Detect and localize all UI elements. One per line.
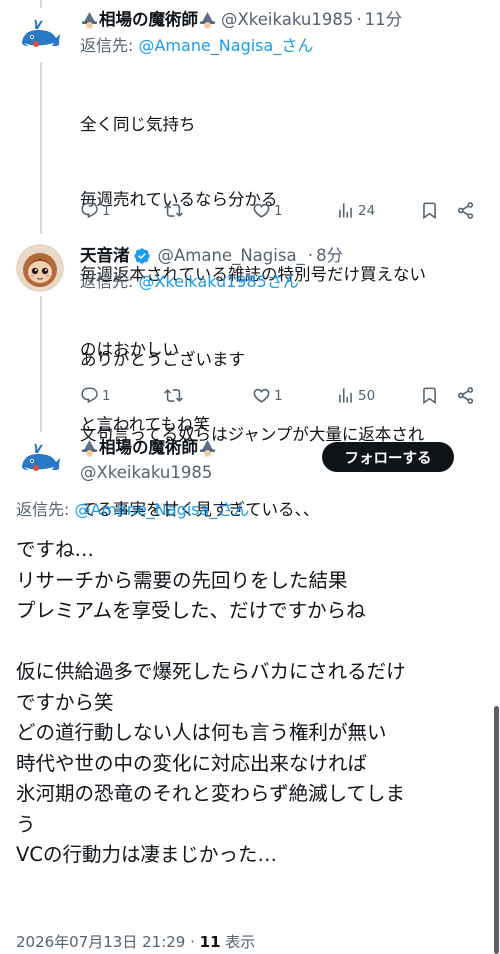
reply-button[interactable]: 1 (80, 386, 111, 405)
tweet-line: 時代や世の中の変化に対応出来なければ (16, 751, 368, 775)
scrollbar[interactable] (494, 706, 499, 954)
tweet-line (16, 627, 488, 658)
reply-button[interactable]: 1 (80, 201, 111, 220)
main-tweet-handle-row: @Xkeikaku1985 (80, 462, 212, 484)
avatar[interactable] (16, 436, 64, 484)
conversation-view: 相場の魔術師 @Xkeikaku1985 · 11分 返信先: @Amane_N… (0, 0, 500, 954)
share-icon (457, 387, 474, 404)
views-label: 表示 (220, 933, 256, 951)
tweet-line: ありがとうございます (80, 350, 245, 369)
views-count: 50 (358, 387, 376, 404)
retweet-button[interactable] (164, 386, 186, 405)
thread-line-2 (40, 296, 42, 432)
tweet-line: リサーチから需要の先回りをした結果 (16, 568, 348, 592)
avatar[interactable] (16, 244, 64, 292)
views-count: 11 (199, 933, 221, 951)
reply-to-prefix: 返信先: (16, 500, 75, 519)
tweet-line: ですから笑 (16, 690, 114, 714)
like-count: 1 (274, 387, 283, 404)
reply-to: 返信先: @Xkeikaku1985さん (80, 271, 299, 293)
views-icon (339, 203, 352, 218)
tweet-line: VCの行動力は凄まじかった… (16, 843, 277, 866)
tweet-line: どの道行動しない人は何も言う権利が無い (16, 721, 387, 744)
wizard-emoji-icon (198, 439, 217, 458)
thread-line-top (40, 0, 42, 8)
bookmark-button[interactable] (420, 386, 439, 405)
reply-to-link[interactable]: @Amane_Nagisa_さん (138, 36, 313, 55)
tweet-line: 氷河期の恐竜のそれと変わらず絶滅してしま (16, 782, 406, 805)
reply-count: 1 (102, 387, 111, 404)
like-button[interactable]: 1 (252, 386, 283, 405)
follow-button[interactable]: フォローする (322, 442, 454, 472)
reply-icon (81, 387, 98, 404)
reply-icon (81, 202, 98, 219)
retweet-icon (164, 389, 183, 402)
tweet-line: プレミアムを享受した、だけですからね (16, 599, 366, 622)
tweet-timestamp[interactable]: 2026年07月13日 21:29 · (16, 933, 200, 951)
tweet-time[interactable]: 8分 (316, 245, 343, 267)
reply-to-prefix: 返信先: (80, 36, 139, 55)
user-handle[interactable]: @Amane_Nagisa_ (158, 245, 305, 267)
like-count: 1 (274, 202, 283, 219)
display-name[interactable]: 相場の魔術師 (99, 9, 198, 31)
retweet-button[interactable] (164, 201, 186, 220)
reply-to: 返信先: @Amane_Nagisa_さん (16, 499, 249, 521)
whale-avatar-icon (16, 436, 64, 484)
reply-count: 1 (102, 202, 111, 219)
tweet-header: 相場の魔術師 @Xkeikaku1985 · 11分 (80, 9, 402, 31)
display-name[interactable]: 天音渚 (80, 245, 130, 267)
share-icon (457, 202, 474, 219)
like-icon (253, 388, 270, 403)
share-button[interactable] (456, 201, 475, 220)
tweet-header: 天音渚 @Amane_Nagisa_ · 8分 (80, 245, 343, 267)
wizard-emoji-icon (80, 11, 99, 30)
reply-to-link[interactable]: @Xkeikaku1985さん (138, 272, 298, 291)
reply-to-link[interactable]: @Amane_Nagisa_さん (74, 500, 249, 519)
whale-avatar-icon (16, 12, 64, 60)
like-icon (253, 203, 270, 218)
views-count: 24 (358, 202, 376, 219)
thread-line-1 (40, 62, 42, 234)
wizard-emoji-icon (80, 439, 99, 458)
share-button[interactable] (456, 386, 475, 405)
reply-to: 返信先: @Amane_Nagisa_さん (80, 35, 313, 57)
bookmark-icon (423, 387, 436, 405)
tweet-actions: 1 1 24 (80, 201, 480, 223)
wizard-emoji-icon (198, 11, 217, 30)
tweet-meta: 2026年07月13日 21:29 · 11 表示 (16, 931, 255, 952)
views-icon (339, 388, 352, 403)
views-button[interactable]: 24 (336, 201, 375, 220)
main-tweet-text: ですね… リサーチから需要の先回りをした結果 プレミアムを享受した、だけですから… (16, 535, 488, 871)
verified-badge-icon (133, 247, 151, 265)
tweet-time[interactable]: 11分 (365, 9, 403, 31)
bookmark-button[interactable] (420, 201, 439, 220)
avatar[interactable] (16, 12, 64, 60)
reply-to-prefix: 返信先: (80, 272, 139, 291)
display-name[interactable]: 相場の魔術師 (99, 437, 198, 459)
tweet-line: う (16, 812, 36, 836)
tweet-line: ですね… (16, 538, 95, 561)
main-tweet-name-row: 相場の魔術師 (80, 437, 217, 459)
like-button[interactable]: 1 (252, 201, 283, 220)
separator-dot: · (356, 10, 362, 29)
tweet-line: 全く同じ気持ち (80, 115, 196, 134)
views-button[interactable]: 50 (336, 386, 375, 405)
retweet-icon (164, 204, 183, 217)
girl-avatar-icon (16, 244, 64, 292)
tweet-line: 仮に供給過多で爆死したらバカにされるだけ (16, 660, 406, 683)
tweet-actions: 1 1 50 (80, 386, 480, 408)
user-handle[interactable]: @Xkeikaku1985 (80, 462, 212, 484)
separator-dot: · (307, 246, 314, 265)
user-handle[interactable]: @Xkeikaku1985 (221, 9, 353, 31)
tweet-text: ありがとうございます 文句言ってる奴らはジャンプが大量に返本され てる事実を甘く… (80, 297, 424, 572)
bookmark-icon (423, 202, 436, 220)
